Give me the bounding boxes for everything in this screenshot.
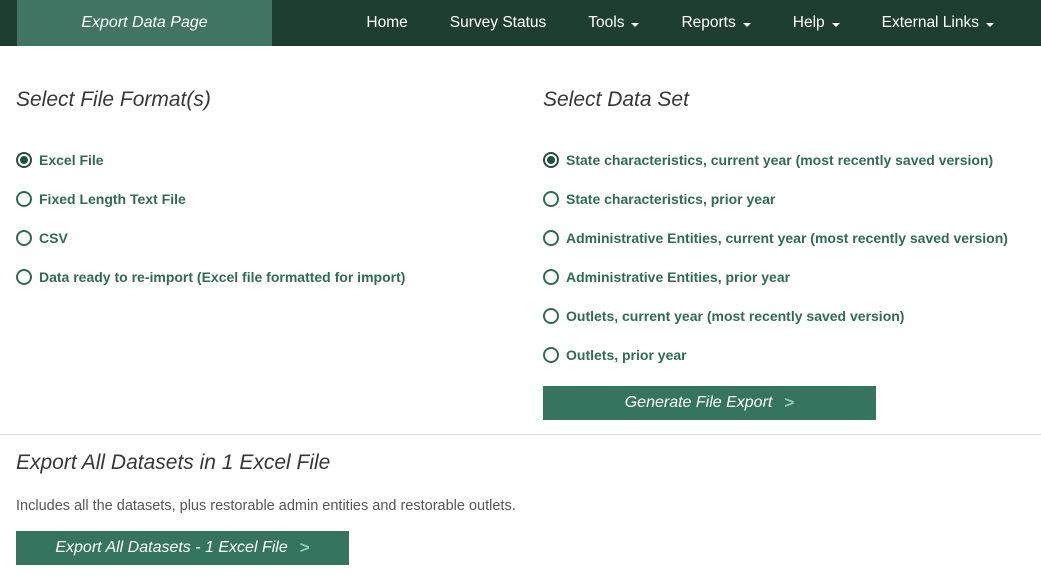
radio-button-icon[interactable] bbox=[543, 269, 559, 285]
chevron-right-icon: > bbox=[300, 538, 310, 558]
radio-button-icon[interactable] bbox=[543, 191, 559, 207]
radio-button-icon[interactable] bbox=[16, 269, 32, 285]
chevron-down-icon bbox=[743, 23, 751, 27]
data-set-option-label: Administrative Entities, current year (m… bbox=[566, 230, 1008, 246]
data-set-option-outlets-prior-year[interactable]: Outlets, prior year bbox=[543, 347, 1025, 363]
data-set-section: Select Data Set State characteristics, c… bbox=[543, 46, 1025, 420]
radio-button-icon[interactable] bbox=[543, 347, 559, 363]
export-all-heading: Export All Datasets in 1 Excel File bbox=[16, 451, 1025, 475]
chevron-down-icon bbox=[986, 23, 994, 27]
radio-button-icon[interactable] bbox=[543, 230, 559, 246]
nav-item-survey-status[interactable]: Survey Status bbox=[429, 0, 568, 46]
nav-list: Home Survey Status Tools Reports Help Ex… bbox=[345, 0, 1041, 46]
data-set-option-label: State characteristics, current year (mos… bbox=[566, 152, 993, 168]
file-format-option-excel-file[interactable]: Excel File bbox=[16, 152, 543, 168]
export-all-section: Export All Datasets in 1 Excel File Incl… bbox=[0, 451, 1041, 565]
nav-item-label: External Links bbox=[882, 14, 979, 32]
file-format-option-data-ready-to-re-import-excel-file-forma[interactable]: Data ready to re-import (Excel file form… bbox=[16, 269, 543, 285]
nav-item-tools[interactable]: Tools bbox=[567, 0, 660, 46]
data-set-option-label: Outlets, prior year bbox=[566, 347, 687, 363]
file-format-heading: Select File Format(s) bbox=[16, 88, 543, 112]
chevron-right-icon: > bbox=[784, 393, 794, 413]
radio-button-icon[interactable] bbox=[543, 308, 559, 324]
nav-item-reports[interactable]: Reports bbox=[660, 0, 771, 46]
data-set-radio-group: State characteristics, current year (mos… bbox=[543, 152, 1025, 363]
radio-button-icon[interactable] bbox=[16, 230, 32, 246]
file-format-option-label: Data ready to re-import (Excel file form… bbox=[39, 269, 405, 285]
data-set-option-state-characteristics-current-year-most-[interactable]: State characteristics, current year (mos… bbox=[543, 152, 1025, 168]
file-format-section: Select File Format(s) Excel File Fixed L… bbox=[16, 46, 543, 420]
page-title: Export Data Page bbox=[17, 0, 272, 46]
radio-button-icon[interactable] bbox=[543, 152, 559, 168]
nav-item-label: Home bbox=[366, 14, 407, 32]
data-set-option-label: Outlets, current year (most recently sav… bbox=[566, 308, 904, 324]
data-set-option-administrative-entities-current-year-mos[interactable]: Administrative Entities, current year (m… bbox=[543, 230, 1025, 246]
file-format-radio-group: Excel File Fixed Length Text File CSV Da… bbox=[16, 152, 543, 285]
nav-item-home[interactable]: Home bbox=[345, 0, 428, 46]
file-format-option-csv[interactable]: CSV bbox=[16, 230, 543, 246]
data-set-option-outlets-current-year-most-recently-saved[interactable]: Outlets, current year (most recently sav… bbox=[543, 308, 1025, 324]
file-format-option-label: CSV bbox=[39, 230, 68, 246]
main-content: Select File Format(s) Excel File Fixed L… bbox=[0, 46, 1041, 420]
radio-button-icon[interactable] bbox=[16, 152, 32, 168]
chevron-down-icon bbox=[631, 23, 639, 27]
generate-file-export-button[interactable]: Generate File Export > bbox=[543, 386, 876, 420]
nav-item-help[interactable]: Help bbox=[772, 0, 861, 46]
radio-button-icon[interactable] bbox=[16, 191, 32, 207]
export-all-datasets-button[interactable]: Export All Datasets - 1 Excel File > bbox=[16, 531, 349, 565]
data-set-option-state-characteristics-prior-year[interactable]: State characteristics, prior year bbox=[543, 191, 1025, 207]
data-set-option-label: Administrative Entities, prior year bbox=[566, 269, 790, 285]
generate-file-export-label: Generate File Export bbox=[625, 394, 773, 412]
export-all-datasets-label: Export All Datasets - 1 Excel File bbox=[55, 539, 287, 557]
file-format-option-label: Fixed Length Text File bbox=[39, 191, 186, 207]
top-navbar: Export Data Page Home Survey Status Tool… bbox=[0, 0, 1041, 46]
export-all-description: Includes all the datasets, plus restorab… bbox=[16, 498, 1025, 514]
nav-item-label: Reports bbox=[681, 14, 735, 32]
file-format-option-label: Excel File bbox=[39, 152, 104, 168]
nav-item-label: Tools bbox=[588, 14, 624, 32]
chevron-down-icon bbox=[832, 23, 840, 27]
nav-item-label: Survey Status bbox=[450, 14, 547, 32]
section-divider bbox=[0, 434, 1041, 435]
data-set-option-label: State characteristics, prior year bbox=[566, 191, 775, 207]
file-format-option-fixed-length-text-file[interactable]: Fixed Length Text File bbox=[16, 191, 543, 207]
nav-item-external-links[interactable]: External Links bbox=[861, 0, 1015, 46]
data-set-heading: Select Data Set bbox=[543, 88, 1025, 112]
nav-item-label: Help bbox=[793, 14, 825, 32]
data-set-option-administrative-entities-prior-year[interactable]: Administrative Entities, prior year bbox=[543, 269, 1025, 285]
